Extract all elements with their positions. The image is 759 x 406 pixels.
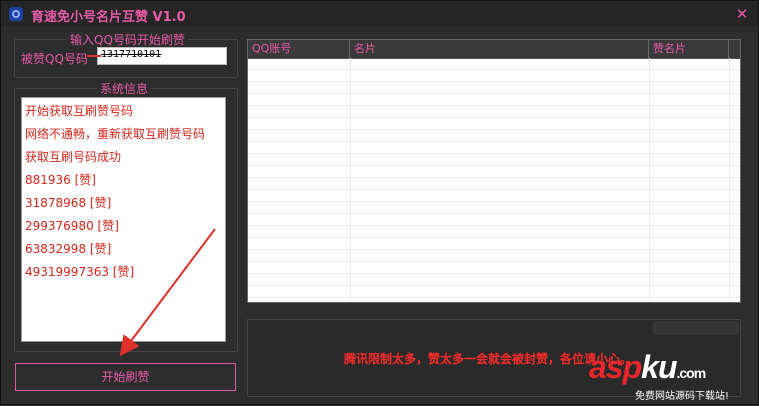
watermark-logo: aspku.com [589, 349, 706, 385]
table-row[interactable] [248, 82, 740, 94]
table-row[interactable] [248, 154, 740, 166]
table-header: QQ账号 名片 赞名片 [248, 40, 740, 59]
window-title: 育速免小号名片互赞 V1.0 [31, 10, 186, 25]
column-divider [729, 58, 730, 302]
column-header-qq[interactable]: QQ账号 [248, 40, 350, 58]
table-row[interactable] [248, 130, 740, 142]
app-icon [9, 7, 23, 21]
log-line: 49319997363 [赞] [25, 265, 135, 279]
table-row[interactable] [248, 274, 740, 286]
table-row[interactable] [248, 226, 740, 238]
column-header-likes[interactable]: 赞名片 [649, 40, 729, 58]
table-row[interactable] [248, 70, 740, 82]
qq-input-group-title: 输入QQ号码开始刷赞 [67, 31, 188, 48]
column-header-card[interactable]: 名片 [350, 40, 649, 58]
table-row[interactable] [248, 286, 740, 298]
column-divider [649, 58, 650, 302]
column-divider [350, 58, 351, 302]
table-row[interactable] [248, 214, 740, 226]
table-row[interactable] [248, 118, 740, 130]
watermark-tagline: 免费网站源码下载站! [635, 391, 730, 402]
log-line: 299376980 [赞] [25, 219, 119, 233]
table-row[interactable] [248, 250, 740, 262]
system-log: 开始获取互刷赞号码 网络不通畅，重新获取互刷赞号码 获取互刷号码成功 88193… [21, 97, 226, 342]
app-window: 育速免小号名片互赞 V1.0 ✕ 输入QQ号码开始刷赞 被赞QQ号码 13177… [0, 0, 759, 405]
title-bar[interactable]: 育速免小号名片互赞 V1.0 ✕ [1, 1, 758, 27]
qq-number-field[interactable]: 1317710101 [97, 47, 227, 65]
log-line: 63832998 [赞] [25, 242, 112, 256]
log-line: 881936 [赞] [25, 173, 96, 187]
close-icon[interactable]: ✕ [734, 6, 750, 22]
log-line: 开始获取互刷赞号码 [25, 104, 134, 118]
table-row[interactable] [248, 106, 740, 118]
log-line: 获取互刷号码成功 [25, 150, 122, 164]
system-info-title: 系统信息 [97, 80, 152, 97]
watermark: aspku.com 免费网站源码下载站! [589, 349, 754, 402]
results-table[interactable]: QQ账号 名片 赞名片 [247, 39, 741, 303]
log-line: 31878968 [赞] [25, 196, 112, 210]
table-row[interactable] [248, 142, 740, 154]
table-row[interactable] [248, 166, 740, 178]
qq-number-label: 被赞QQ号码 [21, 52, 88, 66]
start-button[interactable]: 开始刷赞 [15, 363, 236, 391]
table-row[interactable] [248, 178, 740, 190]
table-row[interactable] [248, 202, 740, 214]
table-row[interactable] [248, 238, 740, 250]
column-header-filler [729, 40, 740, 58]
table-row[interactable] [248, 94, 740, 106]
table-row[interactable] [248, 58, 740, 70]
table-row[interactable] [248, 262, 740, 274]
table-row[interactable] [248, 190, 740, 202]
panel-bar [653, 321, 739, 335]
log-line: 网络不通畅，重新获取互刷赞号码 [25, 127, 206, 141]
